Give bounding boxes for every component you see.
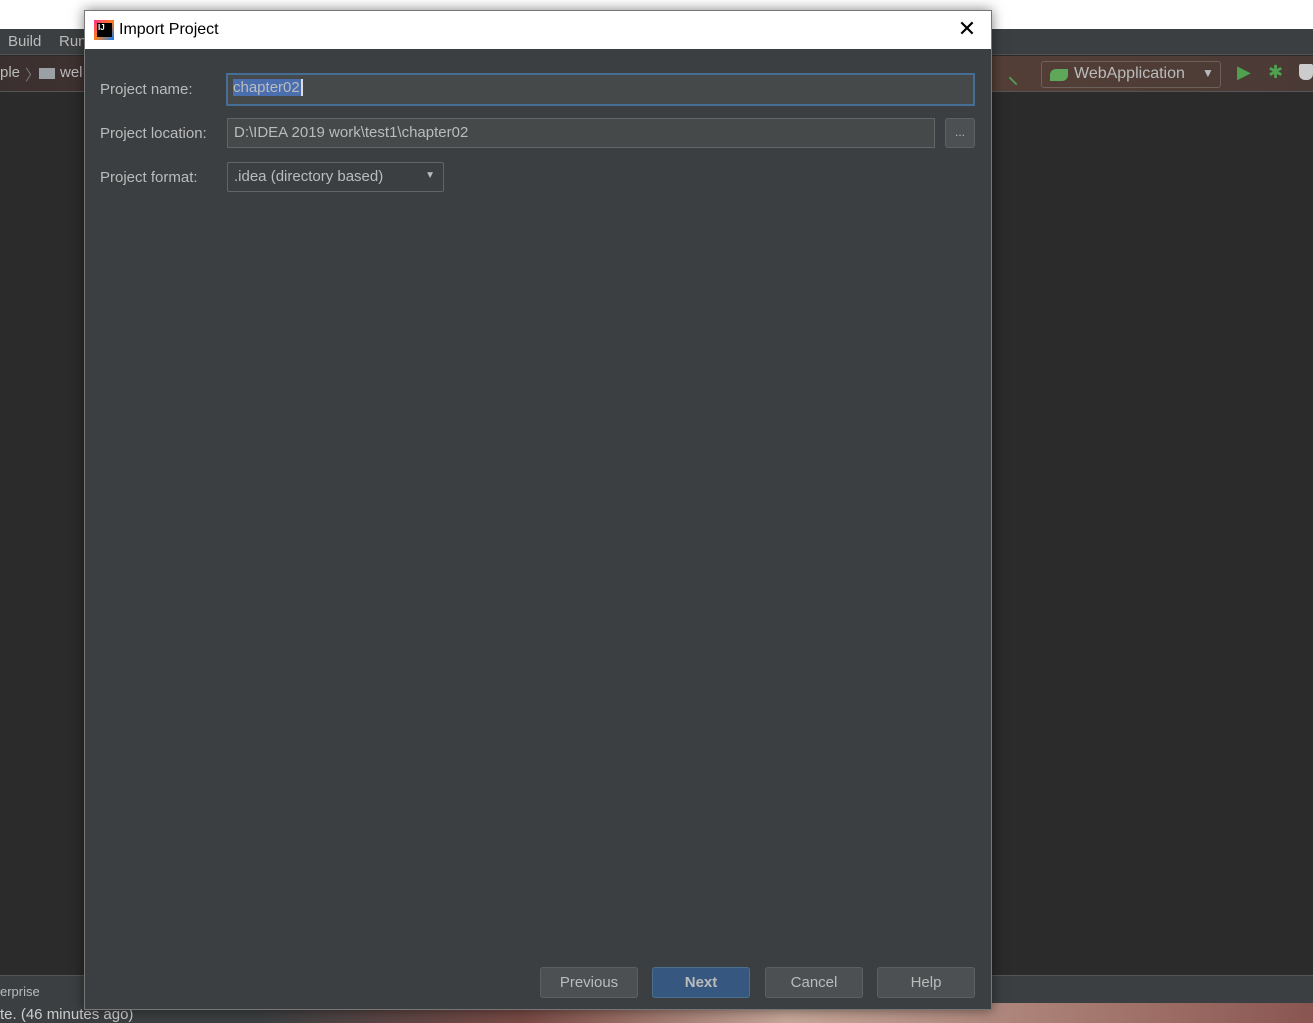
intellij-logo-icon: [94, 20, 114, 40]
project-location-value: D:\IDEA 2019 work\test1\chapter02: [234, 124, 469, 141]
menu-build[interactable]: Build: [8, 33, 41, 50]
project-format-select[interactable]: .idea (directory based) ▼: [227, 162, 444, 192]
run-config-selector[interactable]: WebApplication ▼: [1041, 61, 1221, 88]
project-name-input[interactable]: chapter02: [226, 73, 975, 106]
project-format-label: Project format:: [100, 169, 198, 186]
project-name-label: Project name:: [100, 81, 193, 98]
run-config-name: WebApplication: [1074, 65, 1185, 82]
coverage-shield-icon[interactable]: [1299, 64, 1313, 80]
project-location-input[interactable]: D:\IDEA 2019 work\test1\chapter02: [227, 118, 935, 148]
dialog-title: Import Project: [119, 21, 219, 38]
cancel-button[interactable]: Cancel: [765, 967, 863, 998]
breadcrumb-item[interactable]: ple: [0, 64, 20, 81]
dialog-title-bar: Import Project ✕: [85, 11, 991, 49]
run-icon[interactable]: ▶: [1237, 62, 1251, 83]
help-button[interactable]: Help: [877, 967, 975, 998]
project-location-label: Project location:: [100, 125, 207, 142]
menu-run[interactable]: Run: [59, 33, 87, 50]
spring-boot-icon: [1050, 69, 1068, 81]
browse-button[interactable]: ...: [945, 118, 975, 148]
next-button[interactable]: Next: [652, 967, 750, 998]
previous-button[interactable]: Previous: [540, 967, 638, 998]
chevron-down-icon: ▼: [1202, 66, 1214, 80]
debug-bug-icon[interactable]: ✱: [1268, 62, 1283, 83]
project-name-value: chapter02: [233, 79, 303, 96]
breadcrumb-separator-icon: 〉: [25, 67, 41, 84]
breadcrumb-item[interactable]: wel: [60, 64, 83, 81]
project-format-value: .idea (directory based): [234, 168, 384, 185]
folder-icon: [39, 68, 55, 79]
chevron-down-icon: ▼: [425, 170, 435, 181]
build-hammer-icon[interactable]: ⸜: [1008, 62, 1018, 89]
tool-window-tab[interactable]: erprise: [0, 984, 40, 999]
import-project-dialog: Import Project ✕ Project name: chapter02…: [84, 10, 992, 1010]
close-icon[interactable]: ✕: [953, 17, 981, 43]
